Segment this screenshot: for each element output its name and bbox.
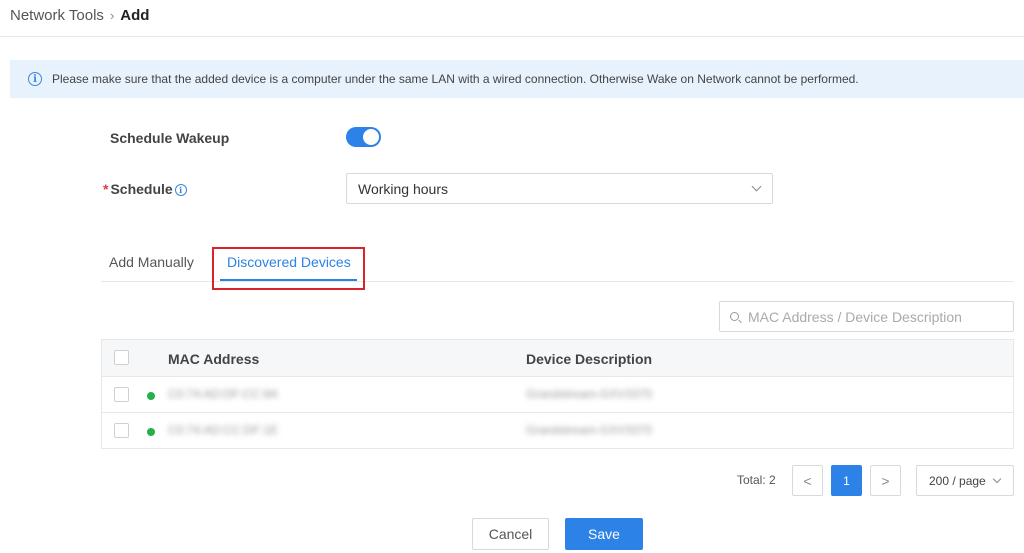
chevron-down-icon [992, 474, 1002, 484]
chevron-down-icon [751, 181, 762, 192]
row-checkbox[interactable] [114, 387, 129, 402]
breadcrumb-separator-icon: › [109, 7, 115, 23]
page-1-button[interactable]: 1 [831, 465, 862, 496]
schedule-info-icon[interactable]: i [174, 184, 187, 196]
schedule-select-value: Working hours [358, 180, 449, 197]
table-row[interactable]: C0:74:AD:CC:DF:1E Grandstream-GXV3370 [102, 413, 1013, 449]
next-page-button[interactable]: > [870, 465, 901, 496]
page-size-select[interactable]: 200 / page [916, 465, 1014, 496]
device-description-cell: Grandstream-GXV3370 [526, 387, 653, 401]
total-count: Total: 2 [737, 473, 776, 487]
search-box[interactable] [719, 301, 1014, 332]
mac-address-cell: C0:74:AD:DF:CC:9A [168, 387, 279, 401]
cancel-button[interactable]: Cancel [472, 518, 549, 550]
tab-add-manually[interactable]: Add Manually [109, 254, 194, 270]
devices-table: MAC Address Device Description C0:74:AD:… [101, 339, 1014, 449]
search-icon [730, 312, 739, 321]
search-input[interactable] [748, 308, 998, 325]
required-mark: * [103, 181, 109, 197]
column-header-description: Device Description [526, 351, 653, 367]
info-alert: i Please make sure that the added device… [10, 60, 1024, 98]
schedule-select[interactable]: Working hours [346, 173, 773, 204]
prev-page-button[interactable]: < [792, 465, 823, 496]
toggle-knob [363, 129, 379, 145]
schedule-wakeup-label: Schedule Wakeup [110, 130, 230, 146]
header-divider [0, 36, 1024, 37]
device-description-cell: Grandstream-GXV3370 [526, 423, 653, 437]
schedule-label: Schedule [110, 181, 173, 197]
schedule-wakeup-toggle[interactable] [346, 127, 381, 147]
table-header: MAC Address Device Description [102, 340, 1013, 377]
status-online-icon [147, 392, 155, 400]
breadcrumb-network-tools-link[interactable]: Network Tools [10, 7, 104, 24]
breadcrumb: Network Tools › Add [10, 5, 149, 25]
page-title: Add [120, 6, 150, 24]
page-size-value: 200 / page [929, 473, 986, 488]
alert-text: Please make sure that the added device i… [52, 72, 859, 86]
mac-address-cell: C0:74:AD:CC:DF:1E [168, 423, 279, 437]
schedule-label-group: * Schedule i [103, 181, 187, 197]
column-header-mac: MAC Address [168, 351, 260, 367]
info-icon: i [28, 72, 42, 86]
row-checkbox[interactable] [114, 423, 129, 438]
status-online-icon [147, 428, 155, 436]
highlight-annotation-box [212, 247, 365, 290]
table-row[interactable]: C0:74:AD:DF:CC:9A Grandstream-GXV3370 [102, 377, 1013, 413]
select-all-checkbox[interactable] [114, 350, 129, 365]
save-button[interactable]: Save [565, 518, 643, 550]
